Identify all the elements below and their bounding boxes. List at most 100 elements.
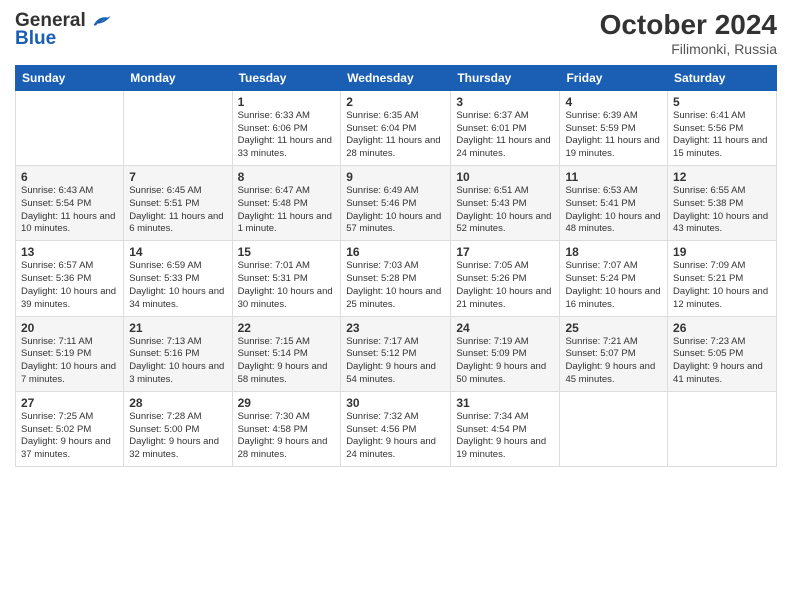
cell-info: Sunrise: 7:15 AMSunset: 5:14 PMDaylight:…: [238, 336, 336, 387]
week-row-4: 20Sunrise: 7:11 AMSunset: 5:19 PMDayligh…: [16, 316, 777, 391]
cell-info: Sunrise: 7:03 AMSunset: 5:28 PMDaylight:…: [346, 260, 445, 311]
day-number: 10: [456, 170, 554, 184]
calendar-cell: 6Sunrise: 6:43 AMSunset: 5:54 PMDaylight…: [16, 166, 124, 241]
cell-info: Sunrise: 6:45 AMSunset: 5:51 PMDaylight:…: [129, 185, 226, 236]
calendar-container: General Blue October 2024 Filimonki, Rus…: [0, 0, 792, 612]
calendar-cell: 25Sunrise: 7:21 AMSunset: 5:07 PMDayligh…: [560, 316, 668, 391]
cell-info: Sunrise: 6:51 AMSunset: 5:43 PMDaylight:…: [456, 185, 554, 236]
day-number: 18: [565, 245, 662, 259]
calendar-cell: 11Sunrise: 6:53 AMSunset: 5:41 PMDayligh…: [560, 166, 668, 241]
calendar-cell: 23Sunrise: 7:17 AMSunset: 5:12 PMDayligh…: [341, 316, 451, 391]
day-number: 8: [238, 170, 336, 184]
cell-info: Sunrise: 7:17 AMSunset: 5:12 PMDaylight:…: [346, 336, 445, 387]
calendar-cell: 28Sunrise: 7:28 AMSunset: 5:00 PMDayligh…: [124, 391, 232, 466]
calendar-cell: 12Sunrise: 6:55 AMSunset: 5:38 PMDayligh…: [668, 166, 777, 241]
day-number: 13: [21, 245, 118, 259]
cell-info: Sunrise: 6:53 AMSunset: 5:41 PMDaylight:…: [565, 185, 662, 236]
day-number: 5: [673, 95, 771, 109]
cell-info: Sunrise: 7:34 AMSunset: 4:54 PMDaylight:…: [456, 411, 554, 462]
calendar-cell: 16Sunrise: 7:03 AMSunset: 5:28 PMDayligh…: [341, 241, 451, 316]
calendar-cell: 19Sunrise: 7:09 AMSunset: 5:21 PMDayligh…: [668, 241, 777, 316]
calendar-cell: [16, 90, 124, 165]
calendar-cell: 5Sunrise: 6:41 AMSunset: 5:56 PMDaylight…: [668, 90, 777, 165]
calendar-cell: 21Sunrise: 7:13 AMSunset: 5:16 PMDayligh…: [124, 316, 232, 391]
day-number: 22: [238, 321, 336, 335]
day-number: 6: [21, 170, 118, 184]
cell-info: Sunrise: 6:55 AMSunset: 5:38 PMDaylight:…: [673, 185, 771, 236]
week-row-3: 13Sunrise: 6:57 AMSunset: 5:36 PMDayligh…: [16, 241, 777, 316]
calendar-cell: [560, 391, 668, 466]
cell-info: Sunrise: 7:13 AMSunset: 5:16 PMDaylight:…: [129, 336, 226, 387]
day-number: 7: [129, 170, 226, 184]
calendar-cell: 8Sunrise: 6:47 AMSunset: 5:48 PMDaylight…: [232, 166, 341, 241]
title-section: October 2024 Filimonki, Russia: [600, 10, 777, 57]
header: General Blue October 2024 Filimonki, Rus…: [15, 10, 777, 57]
calendar-cell: 27Sunrise: 7:25 AMSunset: 5:02 PMDayligh…: [16, 391, 124, 466]
day-number: 9: [346, 170, 445, 184]
calendar-table: SundayMondayTuesdayWednesdayThursdayFrid…: [15, 65, 777, 467]
cell-info: Sunrise: 7:19 AMSunset: 5:09 PMDaylight:…: [456, 336, 554, 387]
calendar-cell: 15Sunrise: 7:01 AMSunset: 5:31 PMDayligh…: [232, 241, 341, 316]
day-number: 23: [346, 321, 445, 335]
day-header-friday: Friday: [560, 65, 668, 90]
calendar-cell: 1Sunrise: 6:33 AMSunset: 6:06 PMDaylight…: [232, 90, 341, 165]
day-number: 4: [565, 95, 662, 109]
day-number: 26: [673, 321, 771, 335]
day-number: 1: [238, 95, 336, 109]
cell-info: Sunrise: 6:39 AMSunset: 5:59 PMDaylight:…: [565, 110, 662, 161]
calendar-cell: 10Sunrise: 6:51 AMSunset: 5:43 PMDayligh…: [451, 166, 560, 241]
logo-bird-icon: [90, 10, 112, 32]
day-number: 21: [129, 321, 226, 335]
day-number: 20: [21, 321, 118, 335]
day-number: 11: [565, 170, 662, 184]
cell-info: Sunrise: 7:11 AMSunset: 5:19 PMDaylight:…: [21, 336, 118, 387]
calendar-cell: 24Sunrise: 7:19 AMSunset: 5:09 PMDayligh…: [451, 316, 560, 391]
day-header-monday: Monday: [124, 65, 232, 90]
cell-info: Sunrise: 6:37 AMSunset: 6:01 PMDaylight:…: [456, 110, 554, 161]
calendar-cell: 3Sunrise: 6:37 AMSunset: 6:01 PMDaylight…: [451, 90, 560, 165]
calendar-cell: 14Sunrise: 6:59 AMSunset: 5:33 PMDayligh…: [124, 241, 232, 316]
calendar-cell: 2Sunrise: 6:35 AMSunset: 6:04 PMDaylight…: [341, 90, 451, 165]
logo: General Blue: [15, 10, 112, 50]
cell-info: Sunrise: 7:01 AMSunset: 5:31 PMDaylight:…: [238, 260, 336, 311]
cell-info: Sunrise: 7:21 AMSunset: 5:07 PMDaylight:…: [565, 336, 662, 387]
calendar-cell: 4Sunrise: 6:39 AMSunset: 5:59 PMDaylight…: [560, 90, 668, 165]
day-number: 16: [346, 245, 445, 259]
day-number: 31: [456, 396, 554, 410]
cell-info: Sunrise: 7:07 AMSunset: 5:24 PMDaylight:…: [565, 260, 662, 311]
cell-info: Sunrise: 7:25 AMSunset: 5:02 PMDaylight:…: [21, 411, 118, 462]
cell-info: Sunrise: 7:05 AMSunset: 5:26 PMDaylight:…: [456, 260, 554, 311]
calendar-cell: 13Sunrise: 6:57 AMSunset: 5:36 PMDayligh…: [16, 241, 124, 316]
calendar-cell: 18Sunrise: 7:07 AMSunset: 5:24 PMDayligh…: [560, 241, 668, 316]
calendar-cell: 30Sunrise: 7:32 AMSunset: 4:56 PMDayligh…: [341, 391, 451, 466]
cell-info: Sunrise: 7:28 AMSunset: 5:00 PMDaylight:…: [129, 411, 226, 462]
calendar-cell: 7Sunrise: 6:45 AMSunset: 5:51 PMDaylight…: [124, 166, 232, 241]
day-number: 19: [673, 245, 771, 259]
day-number: 15: [238, 245, 336, 259]
calendar-cell: 26Sunrise: 7:23 AMSunset: 5:05 PMDayligh…: [668, 316, 777, 391]
cell-info: Sunrise: 6:49 AMSunset: 5:46 PMDaylight:…: [346, 185, 445, 236]
day-number: 2: [346, 95, 445, 109]
location-subtitle: Filimonki, Russia: [600, 41, 777, 57]
cell-info: Sunrise: 7:30 AMSunset: 4:58 PMDaylight:…: [238, 411, 336, 462]
day-header-tuesday: Tuesday: [232, 65, 341, 90]
day-header-wednesday: Wednesday: [341, 65, 451, 90]
day-number: 14: [129, 245, 226, 259]
day-header-sunday: Sunday: [16, 65, 124, 90]
cell-info: Sunrise: 6:47 AMSunset: 5:48 PMDaylight:…: [238, 185, 336, 236]
day-number: 24: [456, 321, 554, 335]
cell-info: Sunrise: 7:23 AMSunset: 5:05 PMDaylight:…: [673, 336, 771, 387]
calendar-cell: 29Sunrise: 7:30 AMSunset: 4:58 PMDayligh…: [232, 391, 341, 466]
calendar-cell: 9Sunrise: 6:49 AMSunset: 5:46 PMDaylight…: [341, 166, 451, 241]
day-number: 28: [129, 396, 226, 410]
week-row-5: 27Sunrise: 7:25 AMSunset: 5:02 PMDayligh…: [16, 391, 777, 466]
day-header-row: SundayMondayTuesdayWednesdayThursdayFrid…: [16, 65, 777, 90]
cell-info: Sunrise: 6:41 AMSunset: 5:56 PMDaylight:…: [673, 110, 771, 161]
calendar-cell: 31Sunrise: 7:34 AMSunset: 4:54 PMDayligh…: [451, 391, 560, 466]
day-number: 12: [673, 170, 771, 184]
cell-info: Sunrise: 6:35 AMSunset: 6:04 PMDaylight:…: [346, 110, 445, 161]
month-title: October 2024: [600, 10, 777, 41]
week-row-2: 6Sunrise: 6:43 AMSunset: 5:54 PMDaylight…: [16, 166, 777, 241]
calendar-cell: [124, 90, 232, 165]
day-number: 27: [21, 396, 118, 410]
